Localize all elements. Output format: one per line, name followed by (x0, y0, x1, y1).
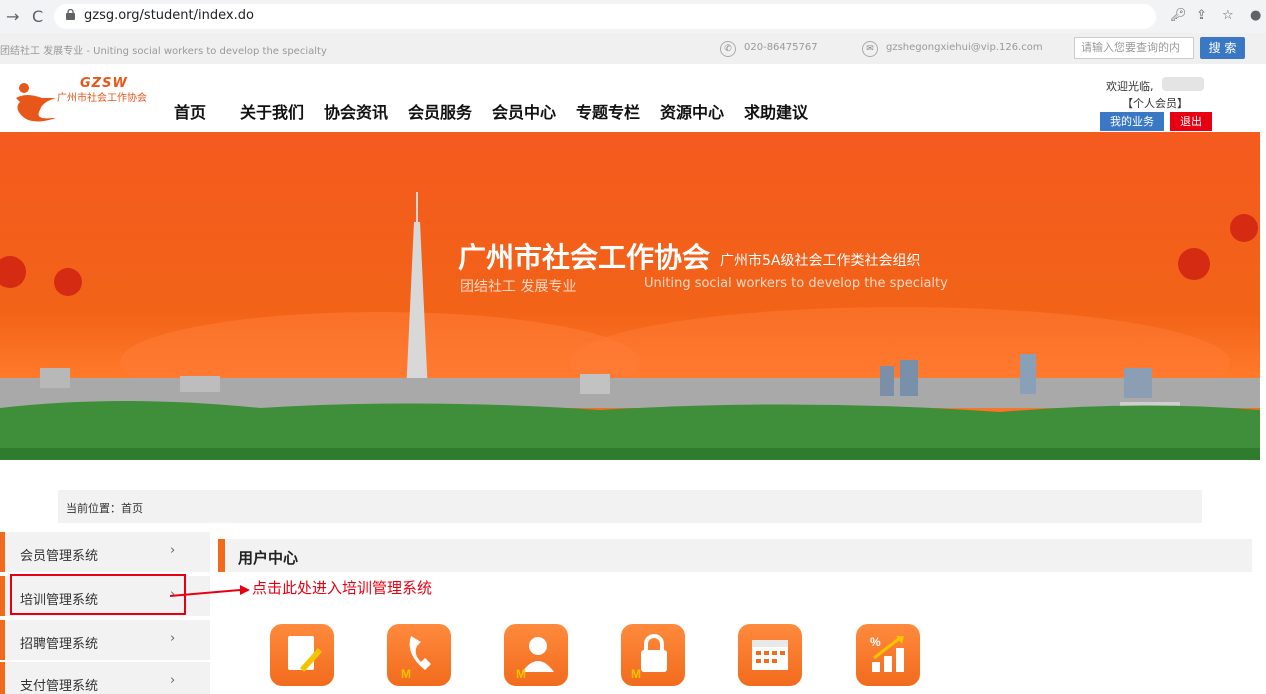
nav-member-center[interactable]: 会员中心 (492, 99, 556, 123)
sidebar-accent (0, 662, 5, 694)
chevron-right-icon: › (170, 543, 176, 558)
annotation-text: 点击此处进入培训管理系统 (252, 579, 433, 597)
browser-toolbar: → C gzsg.org/student/index.do 🔑︎ ⇪ ☆ ● (0, 0, 1266, 34)
sidebar-item-label: 会员管理系统 (20, 549, 99, 564)
my-business-button[interactable]: 我的业务 (1100, 112, 1164, 131)
profile-icon[interactable]: ● (1250, 8, 1261, 23)
contact-email: gzshegongxiehui@vip.126.com (886, 42, 1043, 53)
user-center-title: 用户中心 (238, 549, 299, 567)
svg-text:M: M (516, 667, 526, 681)
reload-icon[interactable]: C (32, 7, 43, 26)
svg-text:M: M (401, 667, 411, 681)
sidebar-accent (0, 532, 5, 572)
key-icon[interactable]: 🔑︎ (1170, 8, 1187, 23)
sidebar-item-payment[interactable]: 支付管理系统 › (0, 662, 210, 694)
annotation-arrow (170, 585, 250, 597)
contact-phone: 020-86475767 (744, 42, 818, 53)
svg-text:%: % (870, 635, 881, 649)
star-icon[interactable]: ☆ (1222, 8, 1234, 23)
site-header: GZSW 广州市社会工作协会 首页 关于我们 协会资讯 会员服务 会员中心 专题… (0, 64, 1266, 132)
growth-icon[interactable]: % (856, 624, 920, 686)
phone-icon: ✆ (720, 41, 736, 57)
lock-icon[interactable]: M (621, 624, 685, 686)
url-text: gzsg.org/student/index.do (84, 8, 254, 23)
welcome-text: 欢迎光临, (1106, 80, 1154, 93)
sidebar-item-member[interactable]: 会员管理系统 › (0, 532, 210, 572)
logo-name: 广州市社会工作协会 (57, 93, 147, 104)
person-icon[interactable]: M (504, 624, 568, 686)
sidebar-item-label: 招聘管理系统 (20, 637, 99, 652)
member-type: 【个人会员】 (1122, 97, 1188, 110)
lock-icon (66, 8, 75, 20)
nav-news[interactable]: 协会资讯 (324, 99, 388, 123)
top-info-strip: 团结社工 发展专业 - Uniting social workers to de… (0, 33, 1266, 64)
breadcrumb-text: 当前位置：首页 (66, 502, 143, 515)
nav-topics[interactable]: 专题专栏 (576, 99, 640, 123)
nav-home[interactable]: 首页 (174, 99, 206, 123)
sidebar-accent (0, 620, 5, 660)
search-input[interactable]: 请输入您要查询的内 (1074, 37, 1194, 59)
banner-slogan-cn: 团结社工 发展专业 (460, 279, 577, 295)
highlight-box (10, 574, 186, 615)
user-center-accent (218, 539, 225, 572)
nav-member-service[interactable]: 会员服务 (408, 99, 472, 123)
nav-help[interactable]: 求助建议 (744, 99, 808, 123)
search-button[interactable]: 搜 索 (1200, 37, 1245, 59)
banner-slogan-en: Uniting social workers to develop the sp… (644, 276, 948, 291)
user-center-header: 用户中心 (218, 539, 1252, 572)
share-icon[interactable]: ⇪ (1196, 8, 1207, 23)
calendar-icon[interactable] (738, 624, 802, 686)
sidebar-item-label: 支付管理系统 (20, 679, 99, 694)
nav-about[interactable]: 关于我们 (240, 99, 304, 123)
skyline-illustration (0, 192, 1260, 460)
sidebar-accent (0, 576, 5, 616)
hero-banner: 广州市社会工作协会 广州市5A级社会工作类社会组织 团结社工 发展专业 Unit… (0, 132, 1260, 460)
logout-button[interactable]: 退出 (1170, 112, 1212, 131)
mail-icon: ✉ (862, 41, 878, 57)
top-slogan: 团结社工 发展专业 - Uniting social workers to de… (0, 46, 327, 57)
phone-icon[interactable]: M (387, 624, 451, 686)
sidebar-item-recruit[interactable]: 招聘管理系统 › (0, 620, 210, 660)
chevron-right-icon: › (170, 631, 176, 646)
banner-title: 广州市社会工作协会 (458, 241, 711, 274)
breadcrumb: 当前位置：首页 (58, 490, 1202, 523)
username-redacted (1162, 77, 1204, 91)
chevron-right-icon: › (170, 673, 176, 688)
svg-text:M: M (631, 667, 641, 681)
notebook-icon[interactable] (270, 624, 334, 686)
nav-resources[interactable]: 资源中心 (660, 99, 724, 123)
back-icon[interactable]: → (6, 7, 19, 26)
banner-subtitle: 广州市5A级社会工作类社会组织 (720, 253, 921, 269)
